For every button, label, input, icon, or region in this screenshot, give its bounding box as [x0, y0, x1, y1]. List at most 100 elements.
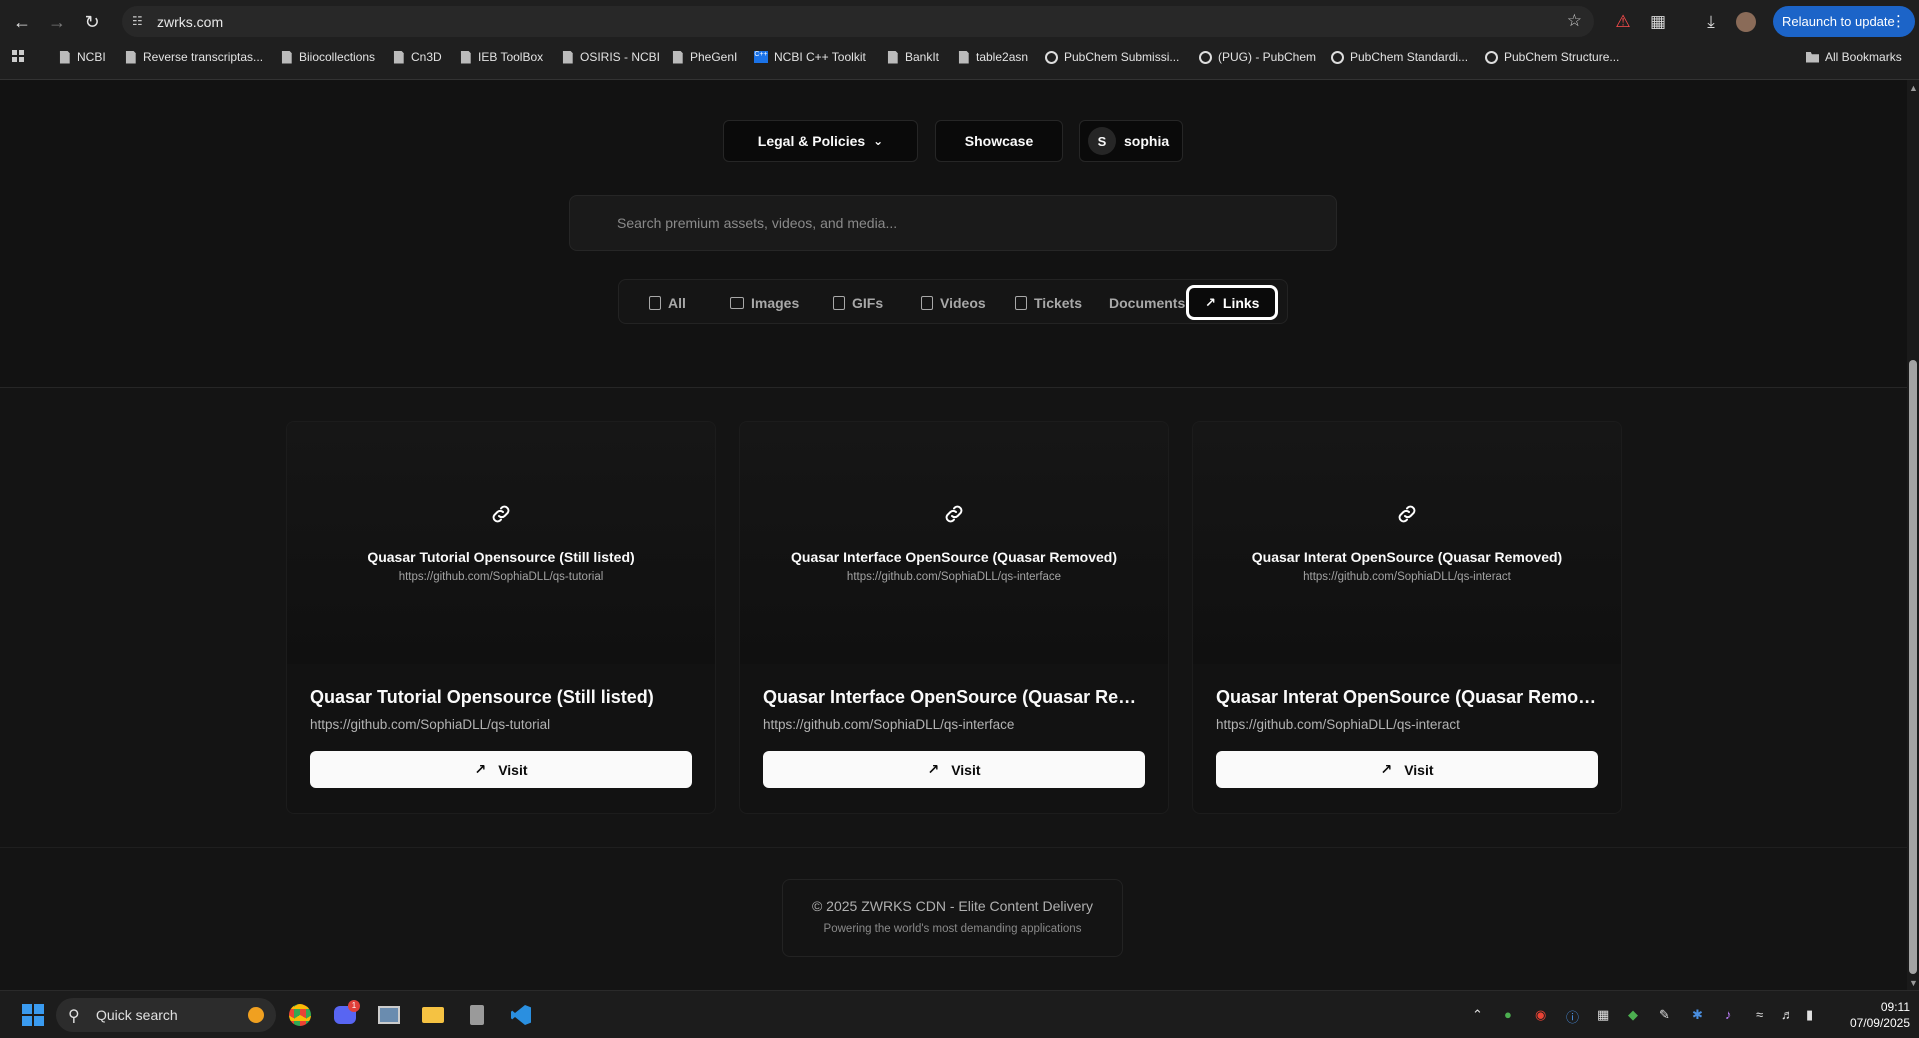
page-icon	[672, 50, 683, 64]
bookmark-item[interactable]: Reverse transcriptas...	[124, 50, 263, 64]
visit-button[interactable]: ↗ Visit	[310, 751, 692, 788]
vscode-icon[interactable]	[506, 1000, 536, 1030]
extensions-icon[interactable]: ▦	[1646, 10, 1670, 34]
bookmark-item[interactable]: PheGenI	[671, 50, 737, 64]
download-icon[interactable]: ⤓	[1699, 10, 1723, 34]
quick-search-label: Quick search	[96, 1007, 178, 1023]
discord-icon[interactable]: 1	[330, 1000, 360, 1030]
quick-search-box[interactable]: ⚲ Quick search	[56, 998, 276, 1032]
page-icon	[958, 50, 969, 64]
image-icon	[730, 296, 744, 309]
tab-gifs[interactable]: GIFs	[833, 288, 883, 317]
user-name: sophia	[1124, 133, 1170, 149]
forward-arrow-icon[interactable]: →	[43, 8, 71, 36]
info-tray-icon[interactable]: ⓘ	[1566, 1007, 1579, 1026]
page-scrollbar[interactable]: ▲ ▼	[1907, 80, 1919, 990]
pubchem-icon	[1045, 50, 1058, 64]
page-icon	[460, 50, 471, 64]
search-box[interactable]	[569, 195, 1337, 251]
user-menu-button[interactable]: S sophia	[1079, 120, 1183, 162]
battery-icon[interactable]: ▮	[1806, 1007, 1813, 1023]
tab-links[interactable]: ↗ Links	[1186, 285, 1279, 320]
bookmark-item[interactable]: PubChem Submissi...	[1045, 50, 1179, 64]
external-link-icon: ↗	[1205, 294, 1216, 310]
bookmark-item[interactable]: Cn3D	[392, 50, 442, 64]
legal-policies-dropdown[interactable]: Legal & Policies ⌄	[723, 120, 918, 162]
file-text-icon	[1015, 295, 1027, 310]
pubchem-icon	[1199, 50, 1212, 64]
windows-start-icon[interactable]	[22, 1004, 44, 1026]
visit-button[interactable]: ↗ Visit	[1216, 751, 1598, 788]
app-icon[interactable]	[462, 1000, 492, 1030]
file-icon	[649, 295, 661, 310]
scroll-down-icon[interactable]: ▼	[1909, 978, 1918, 988]
page-icon	[281, 50, 292, 64]
showcase-label: Showcase	[964, 133, 1034, 149]
preview-url: https://github.com/SophiaDLL/qs-interfac…	[846, 571, 1062, 583]
pubchem-icon	[1485, 50, 1498, 64]
scroll-up-icon[interactable]: ▲	[1909, 83, 1918, 93]
avatar: S	[1088, 127, 1116, 155]
all-bookmarks[interactable]: All Bookmarks	[1806, 50, 1902, 64]
folder-icon	[1806, 51, 1819, 63]
bookmark-item[interactable]: C++ NCBI C++ Toolkit	[754, 50, 866, 64]
file-explorer-icon[interactable]	[418, 1000, 448, 1030]
link-icon	[1398, 505, 1416, 523]
tab-images[interactable]: Images	[730, 288, 799, 317]
search-input[interactable]	[570, 196, 1336, 250]
security-tray-icon[interactable]: ◆	[1628, 1007, 1638, 1023]
windows-taskbar: ⚲ Quick search 1 ⌃ ● ◉ ⓘ ▦ ◆ ✎ ✱ ♪ ≈ ♬ ▮…	[0, 990, 1919, 1038]
volume-icon[interactable]: ♬	[1781, 1007, 1794, 1022]
profile-avatar[interactable]	[1734, 10, 1758, 34]
showcase-button[interactable]: Showcase	[935, 120, 1063, 162]
pen-tray-icon[interactable]: ✎	[1659, 1007, 1670, 1023]
chevron-up-icon[interactable]: ⌃	[1472, 1007, 1483, 1023]
url-text[interactable]: zwrks.com	[157, 14, 223, 30]
keyboard-tray-icon[interactable]: ▦	[1597, 1007, 1609, 1023]
apps-grid-icon[interactable]	[12, 50, 24, 62]
bookmark-item[interactable]: BankIt	[886, 50, 939, 64]
link-card: Quasar Tutorial Opensource (Still listed…	[286, 421, 716, 814]
external-link-icon: ↗	[1380, 761, 1393, 777]
tab-videos[interactable]: Videos	[921, 288, 986, 317]
chrome-tray-icon[interactable]: ◉	[1535, 1007, 1546, 1023]
footer-copyright: © 2025 ZWRKS CDN - Elite Content Deliver…	[811, 898, 1094, 914]
page-icon	[59, 50, 70, 64]
address-bar[interactable]: ☷ zwrks.com ☆	[122, 6, 1594, 37]
card-title: Quasar Interat OpenSource (Quasar Remove…	[1216, 687, 1602, 707]
visit-button[interactable]: ↗ Visit	[763, 751, 1145, 788]
bookmark-item[interactable]: Biiocollections	[280, 50, 375, 64]
bookmark-item[interactable]: PubChem Structure...	[1485, 50, 1619, 64]
bluetooth-icon[interactable]: ✱	[1692, 1007, 1703, 1023]
search-icon: ⚲	[68, 1008, 80, 1025]
tab-all[interactable]: All	[649, 288, 686, 317]
wifi-icon[interactable]: ≈	[1756, 1007, 1763, 1022]
reload-icon[interactable]: ↻	[78, 8, 106, 36]
bookmark-item[interactable]: PubChem Standardi...	[1331, 50, 1468, 64]
site-info-icon[interactable]: ☷	[132, 14, 146, 28]
bookmark-item[interactable]: IEB ToolBox	[459, 50, 543, 64]
warning-icon[interactable]: ⚠	[1611, 10, 1635, 34]
page-content: Legal & Policies ⌄ Showcase S sophia All…	[0, 80, 1907, 990]
system-clock[interactable]: 09:11 07/09/2025	[1834, 999, 1910, 1031]
file-icon	[921, 295, 933, 310]
photos-icon[interactable]	[374, 1000, 404, 1030]
chrome-icon[interactable]	[285, 1000, 315, 1030]
tab-tickets[interactable]: Tickets	[1015, 288, 1082, 317]
bookmark-item[interactable]: table2asn	[957, 50, 1028, 64]
tray-app-icon[interactable]: ●	[1504, 1007, 1512, 1022]
relaunch-button[interactable]: Relaunch to update ⋮	[1773, 6, 1915, 37]
back-arrow-icon[interactable]: ←	[8, 8, 36, 36]
tab-documents[interactable]: Documents	[1109, 288, 1185, 317]
page-icon	[393, 50, 404, 64]
bookmark-item[interactable]: (PUG) - PubChem	[1199, 50, 1316, 64]
external-link-icon: ↗	[474, 761, 487, 777]
scroll-thumb[interactable]	[1909, 360, 1917, 974]
microphone-icon[interactable]: ♪	[1725, 1007, 1732, 1022]
menu-dots-icon[interactable]: ⋮	[1891, 12, 1906, 30]
search-highlight-icon	[248, 1007, 264, 1023]
bookmark-star-icon[interactable]: ☆	[1567, 11, 1582, 31]
bookmark-item[interactable]: NCBI	[58, 50, 106, 64]
pubchem-icon	[1331, 50, 1344, 64]
bookmark-item[interactable]: OSIRIS - NCBI	[561, 50, 660, 64]
